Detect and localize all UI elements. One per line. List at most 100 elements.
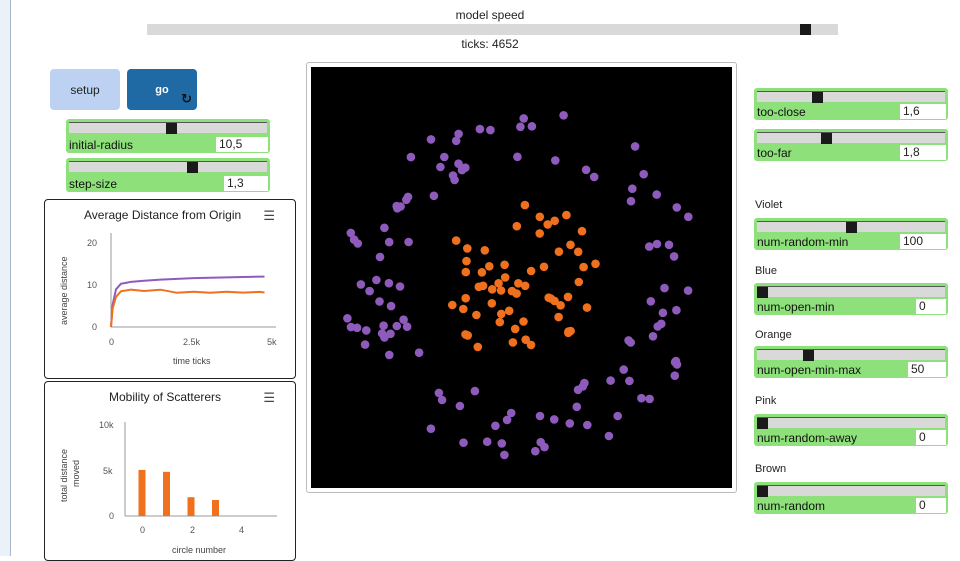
slider-initial-radius[interactable]: initial-radius 10,5 [66,119,270,153]
turtle [343,314,352,323]
slider-value[interactable]: 1,8 [900,145,946,160]
slider-thumb[interactable] [166,123,178,134]
model-speed-thumb[interactable] [799,24,811,35]
turtle [672,305,681,315]
group-label-blue: Blue [755,265,778,277]
slider-track[interactable] [69,161,267,173]
turtle [516,122,525,132]
turtle [574,277,584,287]
slider-num-random-min[interactable]: num-random-min 100 [754,218,948,250]
slider-thumb[interactable] [757,287,768,298]
slider-thumb[interactable] [186,162,198,173]
turtle [497,309,506,319]
slider-label: initial-radius [69,138,134,152]
turtle [683,286,693,295]
turtle [519,317,528,326]
slider-track[interactable] [757,221,945,233]
turtle [375,252,385,262]
slider-num-open-min-max[interactable]: num-open-min-max 50 [754,346,948,378]
turtle-field [343,111,693,460]
setup-button[interactable]: setup [50,69,120,110]
turtle [582,303,592,312]
turtle [551,156,560,165]
slider-track[interactable] [757,286,945,298]
slider-value[interactable]: 0 [916,299,946,314]
slider-value[interactable]: 50 [908,362,946,377]
model-speed-label: model speed [455,8,525,22]
slider-too-close[interactable]: too-close 1,6 [754,88,948,120]
world-view[interactable] [306,62,737,493]
turtle [461,163,470,172]
turtle [566,240,575,250]
turtle [404,237,413,247]
turtle [628,184,637,193]
slider-value[interactable]: 1,6 [900,104,946,119]
turtle [495,317,505,327]
turtle [664,240,674,250]
slider-value[interactable]: 1,3 [224,176,268,191]
setup-label: setup [70,82,100,97]
slider-track[interactable] [757,91,945,103]
slider-thumb[interactable] [811,92,823,103]
turtle [365,286,374,296]
turtle [646,297,656,306]
turtle [507,286,517,296]
turtle [473,342,483,352]
turtle [482,437,492,447]
slider-track[interactable] [757,485,945,497]
slider-track[interactable] [69,122,267,134]
slider-thumb[interactable] [820,133,832,144]
turtle [462,256,471,266]
turtle [384,237,394,247]
slider-value[interactable]: 0 [916,498,946,513]
turtle [500,273,510,282]
turtle [645,394,654,404]
slider-too-far[interactable]: too-far 1,8 [754,129,948,161]
bar [187,497,195,516]
slider-track[interactable] [757,132,945,144]
turtle [386,329,395,339]
slider-value[interactable]: 0 [916,430,946,445]
world-canvas[interactable] [311,67,732,488]
turtle [619,365,628,374]
forever-loop-icon: ↻ [181,91,192,106]
turtle [572,402,582,412]
turtle [520,200,530,210]
turtle [563,292,573,302]
go-button[interactable]: go ↻ [127,69,197,110]
slider-step-size[interactable]: step-size 1,3 [66,158,270,192]
line-series [110,288,265,328]
model-speed-slider[interactable] [147,24,838,35]
slider-value[interactable]: 10,5 [216,137,268,152]
slider-thumb[interactable] [845,222,857,233]
turtle [406,152,416,162]
turtle [500,260,509,270]
turtle [474,282,484,292]
plot-mobility-scatterers: Mobility of Scatterers ☰ total distance … [44,381,296,561]
turtle [510,324,520,334]
turtle [459,438,468,448]
slider-num-open-min[interactable]: num-open-min 0 [754,283,948,315]
go-label: go [155,83,169,96]
turtle [502,415,512,425]
slider-value[interactable]: 100 [900,234,946,249]
turtle [500,450,509,460]
slider-track[interactable] [757,417,945,429]
turtle [554,312,563,322]
slider-num-random[interactable]: num-random 0 [754,482,948,514]
turtle [604,431,614,441]
turtle [346,228,356,238]
turtle [386,301,396,311]
slider-track[interactable] [757,349,945,361]
turtle [470,386,480,396]
slider-thumb[interactable] [757,486,768,497]
turtle [583,420,592,430]
slider-thumb[interactable] [803,350,815,361]
turtle [436,162,445,172]
turtle [543,220,552,229]
group-label-violet: Violet [755,199,783,211]
turtle [480,246,490,255]
group-label-pink: Pink [755,395,777,407]
slider-thumb[interactable] [757,418,768,429]
slider-num-random-away[interactable]: num-random-away 0 [754,414,948,446]
